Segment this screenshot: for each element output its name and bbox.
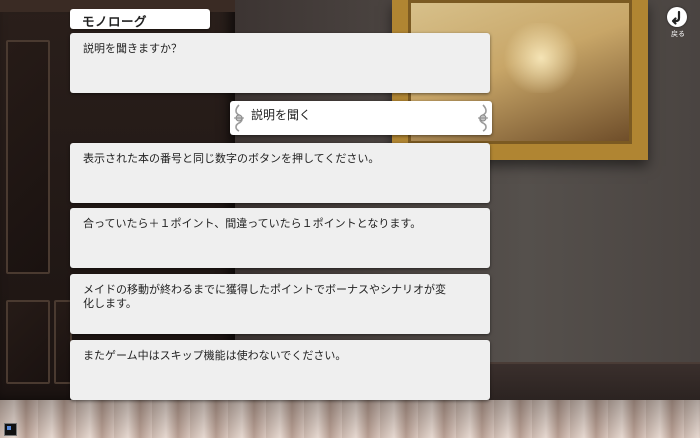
return-arrow-icon bbox=[667, 7, 687, 27]
back-label: 戻る bbox=[671, 30, 685, 38]
instruction-text: 合っていたら＋１ポイント、間違っていたら１ポイントとなります。 bbox=[83, 217, 422, 230]
question-textbox: 説明を聞きますか？ bbox=[70, 33, 490, 93]
monologue-label: モノローグ bbox=[82, 14, 148, 29]
instruction-textbox: メイドの移動が終わるまでに獲得したポイントでボーナスやシナリオが変化します。 bbox=[70, 274, 490, 334]
instruction-text: またゲーム中はスキップ機能は使わないでください。 bbox=[83, 349, 347, 362]
monologue-nameplate: モノローグ bbox=[70, 9, 210, 29]
ornament-right-icon bbox=[478, 104, 488, 132]
instruction-text: メイドの移動が終わるまでに獲得したポイントでボーナスやシナリオが変化します。 bbox=[83, 283, 446, 310]
choice-button-hear-explanation[interactable]: 説明を聞く bbox=[230, 101, 492, 135]
instruction-text: 表示された本の番号と同じ数字のボタンを押してください。 bbox=[83, 152, 380, 165]
instruction-textbox: 合っていたら＋１ポイント、間違っていたら１ポイントとなります。 bbox=[70, 208, 490, 268]
status-icon bbox=[4, 423, 17, 436]
instruction-textbox: またゲーム中はスキップ機能は使わないでください。 bbox=[70, 340, 490, 400]
question-text: 説明を聞きますか？ bbox=[83, 42, 182, 55]
ornament-left-icon bbox=[234, 104, 244, 132]
instruction-textbox: 表示された本の番号と同じ数字のボタンを押してください。 bbox=[70, 143, 490, 203]
choice-label: 説明を聞く bbox=[251, 108, 312, 122]
back-button[interactable]: 戻る bbox=[666, 7, 690, 39]
